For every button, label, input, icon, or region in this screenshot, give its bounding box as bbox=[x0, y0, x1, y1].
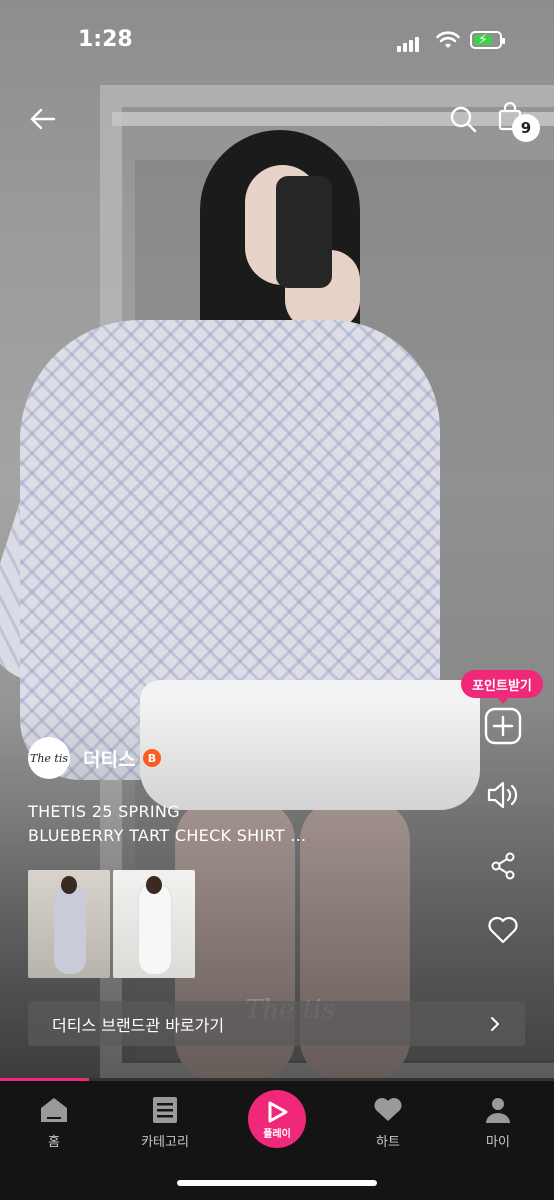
category-icon bbox=[153, 1097, 177, 1123]
play-icon bbox=[268, 1101, 288, 1122]
tab-heart[interactable]: 하트 bbox=[343, 1095, 433, 1150]
share-button[interactable] bbox=[484, 847, 522, 885]
heart-outline-icon bbox=[488, 916, 518, 944]
tab-category-label: 카테고리 bbox=[141, 1135, 189, 1150]
door-rail bbox=[112, 112, 554, 126]
cellular-signal-icon bbox=[397, 33, 421, 52]
get-points-tooltip[interactable]: 포인트받기 bbox=[461, 670, 543, 704]
brand-store-link-label: 더티스 브랜드관 바로가기 bbox=[52, 1015, 225, 1035]
like-button[interactable] bbox=[484, 911, 522, 949]
model-phone bbox=[276, 176, 332, 288]
home-icon bbox=[41, 1098, 67, 1122]
heart-icon bbox=[374, 1098, 402, 1121]
search-icon[interactable] bbox=[448, 104, 478, 134]
tab-play[interactable]: 플레이 bbox=[248, 1090, 306, 1148]
brand-badge: B bbox=[143, 749, 161, 767]
tab-play-label: 플레이 bbox=[263, 1128, 291, 1140]
tab-my[interactable]: 마이 bbox=[453, 1095, 543, 1150]
brand-name[interactable]: 더티스 bbox=[83, 745, 135, 772]
add-button[interactable] bbox=[484, 707, 522, 745]
product-title-line2[interactable]: BLUEBERRY TART CHECK SHIRT ... bbox=[28, 826, 306, 845]
brand-logo[interactable]: The tis bbox=[28, 737, 70, 779]
share-icon bbox=[491, 852, 515, 880]
sound-button[interactable] bbox=[484, 776, 522, 814]
person-icon bbox=[486, 1098, 510, 1123]
status-time: 1:28 bbox=[78, 27, 133, 52]
tab-home-label: 홈 bbox=[48, 1135, 60, 1150]
tab-heart-label: 하트 bbox=[376, 1135, 400, 1150]
tab-my-label: 마이 bbox=[486, 1135, 510, 1150]
wifi-icon bbox=[436, 31, 460, 48]
battery-icon: ⚡ bbox=[470, 31, 505, 49]
product-title-line1[interactable]: THETIS 25 SPRING bbox=[28, 802, 180, 821]
status-bar: 1:28 ⚡ bbox=[0, 0, 554, 80]
product-thumbnail[interactable] bbox=[28, 870, 110, 978]
brand-store-link[interactable]: 더티스 브랜드관 바로가기 bbox=[28, 1001, 525, 1046]
cart-count-badge: 9 bbox=[512, 114, 540, 142]
speaker-icon bbox=[487, 781, 518, 809]
plus-icon bbox=[484, 707, 522, 745]
chevron-right-icon bbox=[491, 1016, 499, 1031]
tab-home[interactable]: 홈 bbox=[9, 1095, 99, 1150]
product-thumbnail[interactable] bbox=[113, 870, 195, 978]
home-indicator bbox=[177, 1180, 377, 1186]
tab-category[interactable]: 카테고리 bbox=[120, 1095, 210, 1150]
back-arrow-icon[interactable] bbox=[28, 104, 58, 134]
